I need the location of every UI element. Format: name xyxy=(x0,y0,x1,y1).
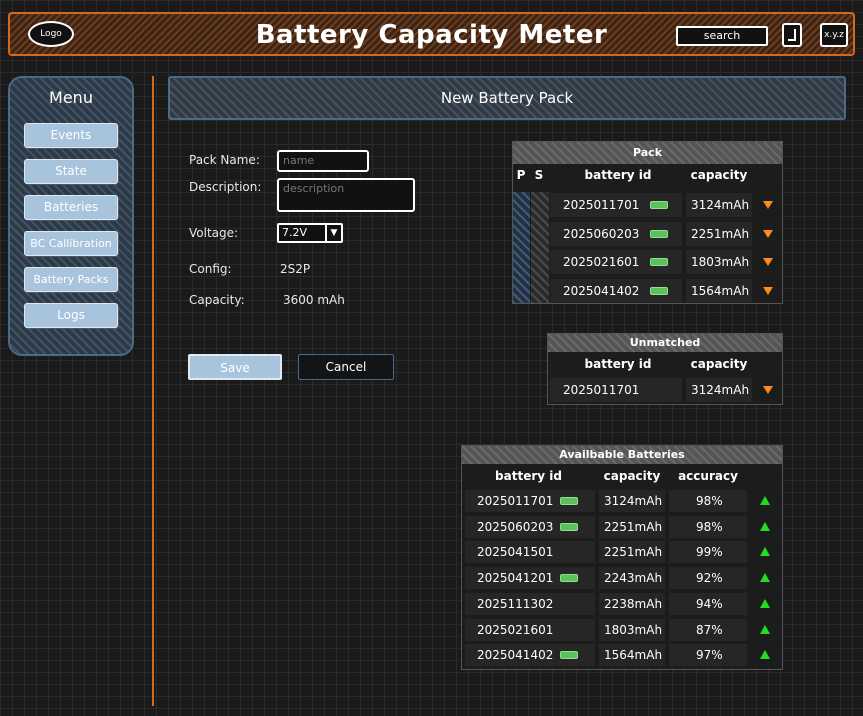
battery-id: 2025021601 xyxy=(477,622,554,637)
capacity: 2251mAh xyxy=(691,226,750,241)
description-label: Description: xyxy=(189,180,262,194)
available-col-capacity: capacity xyxy=(603,469,661,483)
capacity: 2251mAh xyxy=(604,545,663,560)
triangle-up-icon[interactable] xyxy=(760,650,770,660)
unmatched-col-capacity: capacity xyxy=(690,357,748,371)
accuracy: 94% xyxy=(696,596,723,611)
menu-item-bc-callibration[interactable]: BC Callibration xyxy=(24,231,118,256)
triangle-down-icon[interactable] xyxy=(763,386,773,394)
pack-table-title: Pack xyxy=(513,142,782,164)
battery-icon xyxy=(650,229,668,238)
triangle-up-icon[interactable] xyxy=(760,573,770,583)
series-column xyxy=(531,192,549,303)
capacity: 2243mAh xyxy=(604,571,663,586)
battery-icon xyxy=(650,286,668,295)
capacity: 3124mAh xyxy=(691,383,750,397)
triangle-up-icon[interactable] xyxy=(760,521,770,531)
voltage-select[interactable]: 7.2V ▼ xyxy=(277,223,343,243)
col-header-capacity: capacity xyxy=(690,168,748,182)
triangle-up-icon[interactable] xyxy=(760,624,770,634)
col-header-battery-id: battery id xyxy=(584,168,652,182)
description-input[interactable]: description xyxy=(277,178,415,212)
available-table-title: Availbable Batteries xyxy=(462,446,782,464)
battery-icon xyxy=(650,258,668,266)
page-banner: New Battery Pack xyxy=(168,76,846,120)
voltage-value: 7.2V xyxy=(282,226,308,239)
capacity: 1803mAh xyxy=(604,622,663,637)
battery-id: 2025111302 xyxy=(477,596,554,611)
vertical-divider xyxy=(152,76,154,706)
col-header-p: P xyxy=(516,168,526,182)
triangle-down-icon[interactable] xyxy=(763,201,773,209)
battery-icon xyxy=(560,574,578,583)
pack-name-input[interactable]: name xyxy=(277,150,369,172)
menu-title: Menu xyxy=(49,88,93,107)
menu-item-state[interactable]: State xyxy=(24,159,118,184)
battery-id: 2025011701 xyxy=(563,198,640,212)
col-header-s: S xyxy=(534,168,544,182)
triangle-down-icon[interactable] xyxy=(763,286,773,295)
capacity: 2238mAh xyxy=(604,596,663,611)
accuracy: 92% xyxy=(696,571,723,586)
battery-icon xyxy=(560,522,578,531)
battery-id: 2025041501 xyxy=(477,545,554,560)
capacity-value: 3600 mAh xyxy=(283,293,345,307)
capacity: 3124mAh xyxy=(604,494,663,508)
menu-item-logs[interactable]: Logs xyxy=(24,303,118,328)
triangle-up-icon[interactable] xyxy=(760,496,770,505)
battery-icon xyxy=(560,651,578,660)
battery-id: 2025011701 xyxy=(477,494,554,508)
accuracy: 87% xyxy=(696,622,723,637)
accuracy: 99% xyxy=(696,545,723,560)
config-label: Config: xyxy=(189,262,232,276)
battery-id: 2025060203 xyxy=(477,519,554,534)
accuracy: 98% xyxy=(696,519,723,534)
voltage-label: Voltage: xyxy=(189,226,239,240)
triangle-up-icon[interactable] xyxy=(760,547,770,557)
accuracy: 98% xyxy=(696,494,723,508)
unmatched-table-title: Unmatched xyxy=(548,334,782,352)
search-input[interactable]: search xyxy=(676,26,768,46)
sidebar-menu: Menu Events State Batteries BC Callibrat… xyxy=(8,76,134,356)
menu-item-events[interactable]: Events xyxy=(24,123,118,148)
window-icon[interactable] xyxy=(782,23,802,47)
unmatched-col-battery-id: battery id xyxy=(584,357,652,371)
capacity: 1564mAh xyxy=(691,283,750,298)
battery-id: 2025041402 xyxy=(477,648,554,663)
save-button[interactable]: Save xyxy=(188,354,282,380)
accuracy: 97% xyxy=(696,648,723,663)
battery-id: 2025041201 xyxy=(477,571,554,586)
battery-id: 2025011701 xyxy=(563,383,640,397)
chevron-down-icon[interactable]: ▼ xyxy=(325,225,341,241)
available-col-battery-id: battery id xyxy=(495,469,562,483)
capacity: 2251mAh xyxy=(604,519,663,534)
menu-item-batteries[interactable]: Batteries xyxy=(24,195,118,220)
battery-id: 2025021601 xyxy=(563,255,640,269)
available-col-accuracy: accuracy xyxy=(678,469,738,483)
parallel-column xyxy=(513,192,530,303)
battery-id: 2025060203 xyxy=(563,226,640,241)
battery-icon xyxy=(560,497,578,505)
battery-icon xyxy=(650,201,668,209)
pack-name-label: Pack Name: xyxy=(189,153,260,167)
capacity: 1564mAh xyxy=(604,648,663,663)
app-header: Logo Battery Capacity Meter search x.y.z xyxy=(8,12,855,56)
triangle-down-icon[interactable] xyxy=(763,229,773,238)
menu-item-battery-packs[interactable]: Battery Packs xyxy=(24,267,118,292)
battery-id: 2025041402 xyxy=(563,283,640,298)
version-badge: x.y.z xyxy=(820,23,848,47)
capacity-label: Capacity: xyxy=(189,293,245,307)
triangle-down-icon[interactable] xyxy=(763,258,773,266)
cancel-button[interactable]: Cancel xyxy=(298,354,394,380)
config-value: 2S2P xyxy=(280,262,311,276)
capacity: 1803mAh xyxy=(691,255,750,269)
capacity: 3124mAh xyxy=(691,198,750,212)
triangle-up-icon[interactable] xyxy=(760,598,770,608)
